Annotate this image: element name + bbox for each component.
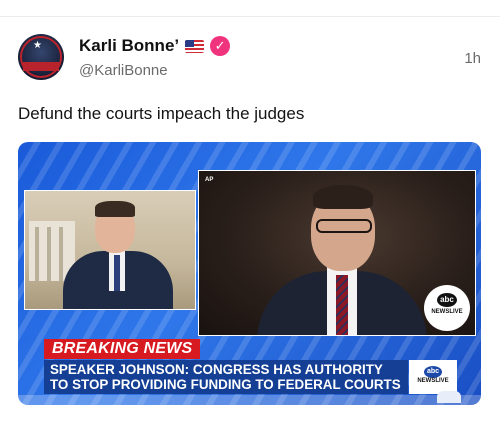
top-divider [0,16,500,17]
avatar-logo-text [23,62,59,71]
caption-bubble-icon [437,391,461,403]
display-name[interactable]: Karli Bonne’ [79,36,179,56]
user-handle[interactable]: @KarliBonne [79,62,168,79]
source-tag: AP [205,177,214,183]
us-flag-icon [185,39,205,53]
post-time: 1h [464,50,481,67]
author-row: Karli Bonne’ ✓ [79,36,231,56]
post-media[interactable]: AP abc NEWSLIVE BREAKING NEWS SPEAKER JO… [18,142,481,405]
post-text: Defund the courts impeach the judges [18,104,305,123]
reporter-video-inset [24,190,196,310]
ticker-bar [18,395,481,405]
star-icon: ★ [33,40,42,51]
abc-news-live-logo: abc NEWSLIVE [424,285,470,331]
breaking-news-banner: BREAKING NEWS [44,339,201,359]
verified-badge-icon: ✓ [210,36,231,56]
abc-news-live-badge: abc NEWSLIVE [409,360,457,394]
headline-banner: SPEAKER JOHNSON: CONGRESS HAS AUTHORITY … [44,360,408,394]
avatar[interactable]: ★ [18,34,64,80]
speaker-video-feed: AP abc NEWSLIVE [198,170,476,336]
